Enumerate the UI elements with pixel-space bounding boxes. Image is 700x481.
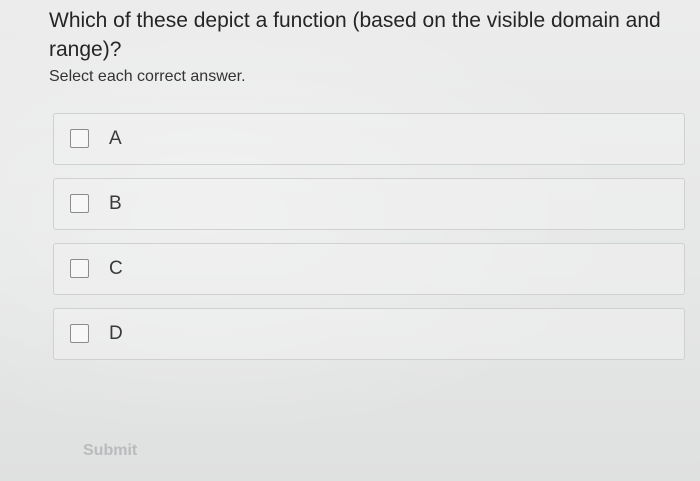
checkbox-b[interactable] (70, 194, 89, 213)
checkbox-c[interactable] (70, 259, 89, 278)
option-c-label: C (109, 258, 123, 279)
option-d[interactable]: D (53, 308, 685, 360)
option-a[interactable]: A (53, 113, 685, 165)
question-text: Which of these depict a function (based … (49, 9, 661, 61)
instruction-text: Select each correct answer. (49, 68, 246, 85)
option-a-label: A (109, 128, 122, 149)
answer-options: A B C D (53, 113, 685, 373)
option-b[interactable]: B (53, 178, 685, 230)
question-card: Which of these depict a function (based … (0, 0, 700, 481)
option-c[interactable]: C (53, 243, 685, 295)
option-d-label: D (109, 323, 123, 344)
checkbox-a[interactable] (70, 129, 89, 148)
checkbox-d[interactable] (70, 324, 89, 343)
submit-button[interactable]: Submit (83, 441, 137, 461)
option-b-label: B (109, 193, 122, 214)
